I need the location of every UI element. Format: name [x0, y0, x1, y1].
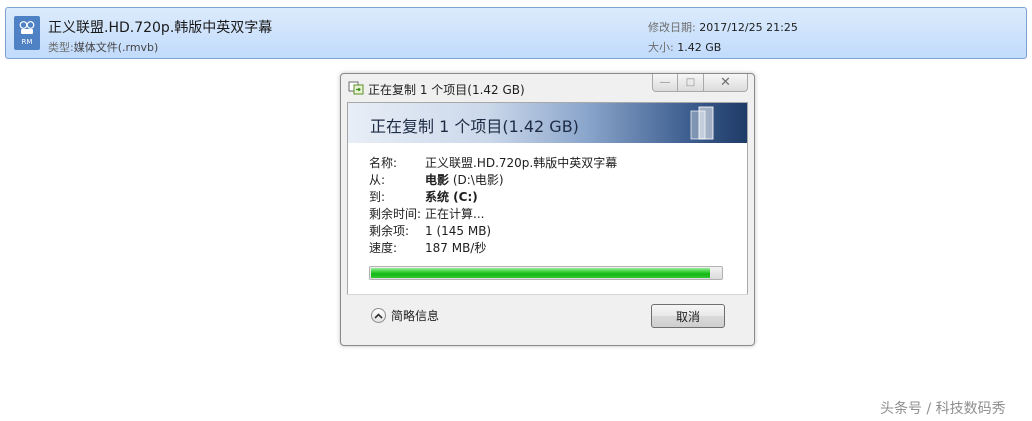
detail-name-row: 名称: 正义联盟.HD.720p.韩版中英双字幕 [369, 155, 617, 172]
detail-time-left-row: 剩余时间: 正在计算... [369, 206, 617, 223]
file-name: 正义联盟.HD.720p.韩版中英双字幕 [48, 20, 273, 36]
detail-speed-row: 速度: 187 MB/秒 [369, 240, 617, 257]
dialog-footer: 简略信息 取消 [347, 294, 748, 339]
fewer-details-label: 简略信息 [391, 309, 440, 323]
close-icon: ✕ [720, 75, 731, 90]
watermark-text: 头条号 / 科技数码秀 [880, 401, 1006, 417]
fewer-details-toggle[interactable]: 简略信息 [371, 307, 439, 324]
dialog-titlebar[interactable]: 正在复制 1 个项目(1.42 GB) ― □ ✕ [341, 74, 754, 103]
file-size-label: 大小: [648, 41, 674, 54]
minimize-button[interactable]: ― [652, 74, 678, 92]
copy-progress-dialog: 正在复制 1 个项目(1.42 GB) ― □ ✕ 正在复制 1 个项目(1.4… [340, 73, 755, 346]
file-modified-date: 修改日期: 2017/12/25 21:25 [648, 19, 798, 35]
file-type: 类型:媒体文件(.rmvb) [48, 39, 158, 55]
banner-title: 正在复制 1 个项目(1.42 GB) [370, 117, 579, 136]
glass-panels-icon [690, 106, 714, 140]
speed-label: 速度: [369, 241, 398, 255]
maximize-icon: □ [685, 77, 696, 88]
selected-file-row[interactable]: RM 正义联盟.HD.720p.韩版中英双字幕 类型:媒体文件(.rmvb) 修… [5, 7, 1027, 59]
detail-from-row: 从: 电影 (D:\电影) [369, 172, 617, 189]
progress-fill [371, 268, 711, 278]
to-drive-name: 系统 (C:) [425, 190, 478, 204]
file-type-label: 类型: [48, 41, 74, 54]
film-reel-icon [19, 21, 35, 34]
detail-to-row: 到: 系统 (C:) [369, 189, 617, 206]
to-value[interactable]: 系统 (C:) [425, 189, 478, 206]
dialog-title: 正在复制 1 个项目(1.42 GB) [368, 83, 525, 97]
items-left-value: 1 (145 MB) [425, 224, 492, 238]
file-type-value: 媒体文件(.rmvb) [73, 41, 159, 54]
copy-progress-bar [369, 266, 723, 280]
time-left-value: 正在计算... [425, 207, 485, 221]
from-folder-name: 电影 [425, 173, 450, 187]
name-label: 名称: [369, 156, 398, 170]
file-size: 大小: 1.42 GB [648, 39, 721, 55]
speed-value: 187 MB/秒 [425, 241, 487, 255]
name-value: 正义联盟.HD.720p.韩版中英双字幕 [425, 156, 618, 170]
minimize-icon: ― [660, 77, 670, 88]
copy-details: 名称: 正义联盟.HD.720p.韩版中英双字幕 从: 电影 (D:\电影) 到… [369, 155, 617, 257]
dialog-banner: 正在复制 1 个项目(1.42 GB) [348, 103, 747, 143]
items-left-label: 剩余项: [369, 224, 410, 238]
from-folder-path: (D:\电影) [449, 173, 504, 187]
from-label: 从: [369, 173, 386, 187]
chevron-up-icon [371, 308, 386, 323]
maximize-button[interactable]: □ [678, 74, 704, 92]
to-label: 到: [369, 190, 386, 204]
copy-folder-icon [348, 81, 364, 95]
from-value[interactable]: 电影 (D:\电影) [425, 172, 504, 189]
rm-video-file-icon: RM [14, 16, 40, 50]
detail-items-left-row: 剩余项: 1 (145 MB) [369, 223, 617, 240]
close-button[interactable]: ✕ [704, 74, 748, 92]
cancel-button[interactable]: 取消 [651, 304, 725, 328]
file-type-tag: RM [21, 38, 33, 46]
window-controls: ― □ ✕ [652, 74, 748, 94]
time-left-label: 剩余时间: [369, 207, 422, 221]
file-size-value: 1.42 GB [677, 41, 722, 54]
file-date-value: 2017/12/25 21:25 [699, 21, 798, 34]
file-date-label: 修改日期: [648, 21, 696, 34]
